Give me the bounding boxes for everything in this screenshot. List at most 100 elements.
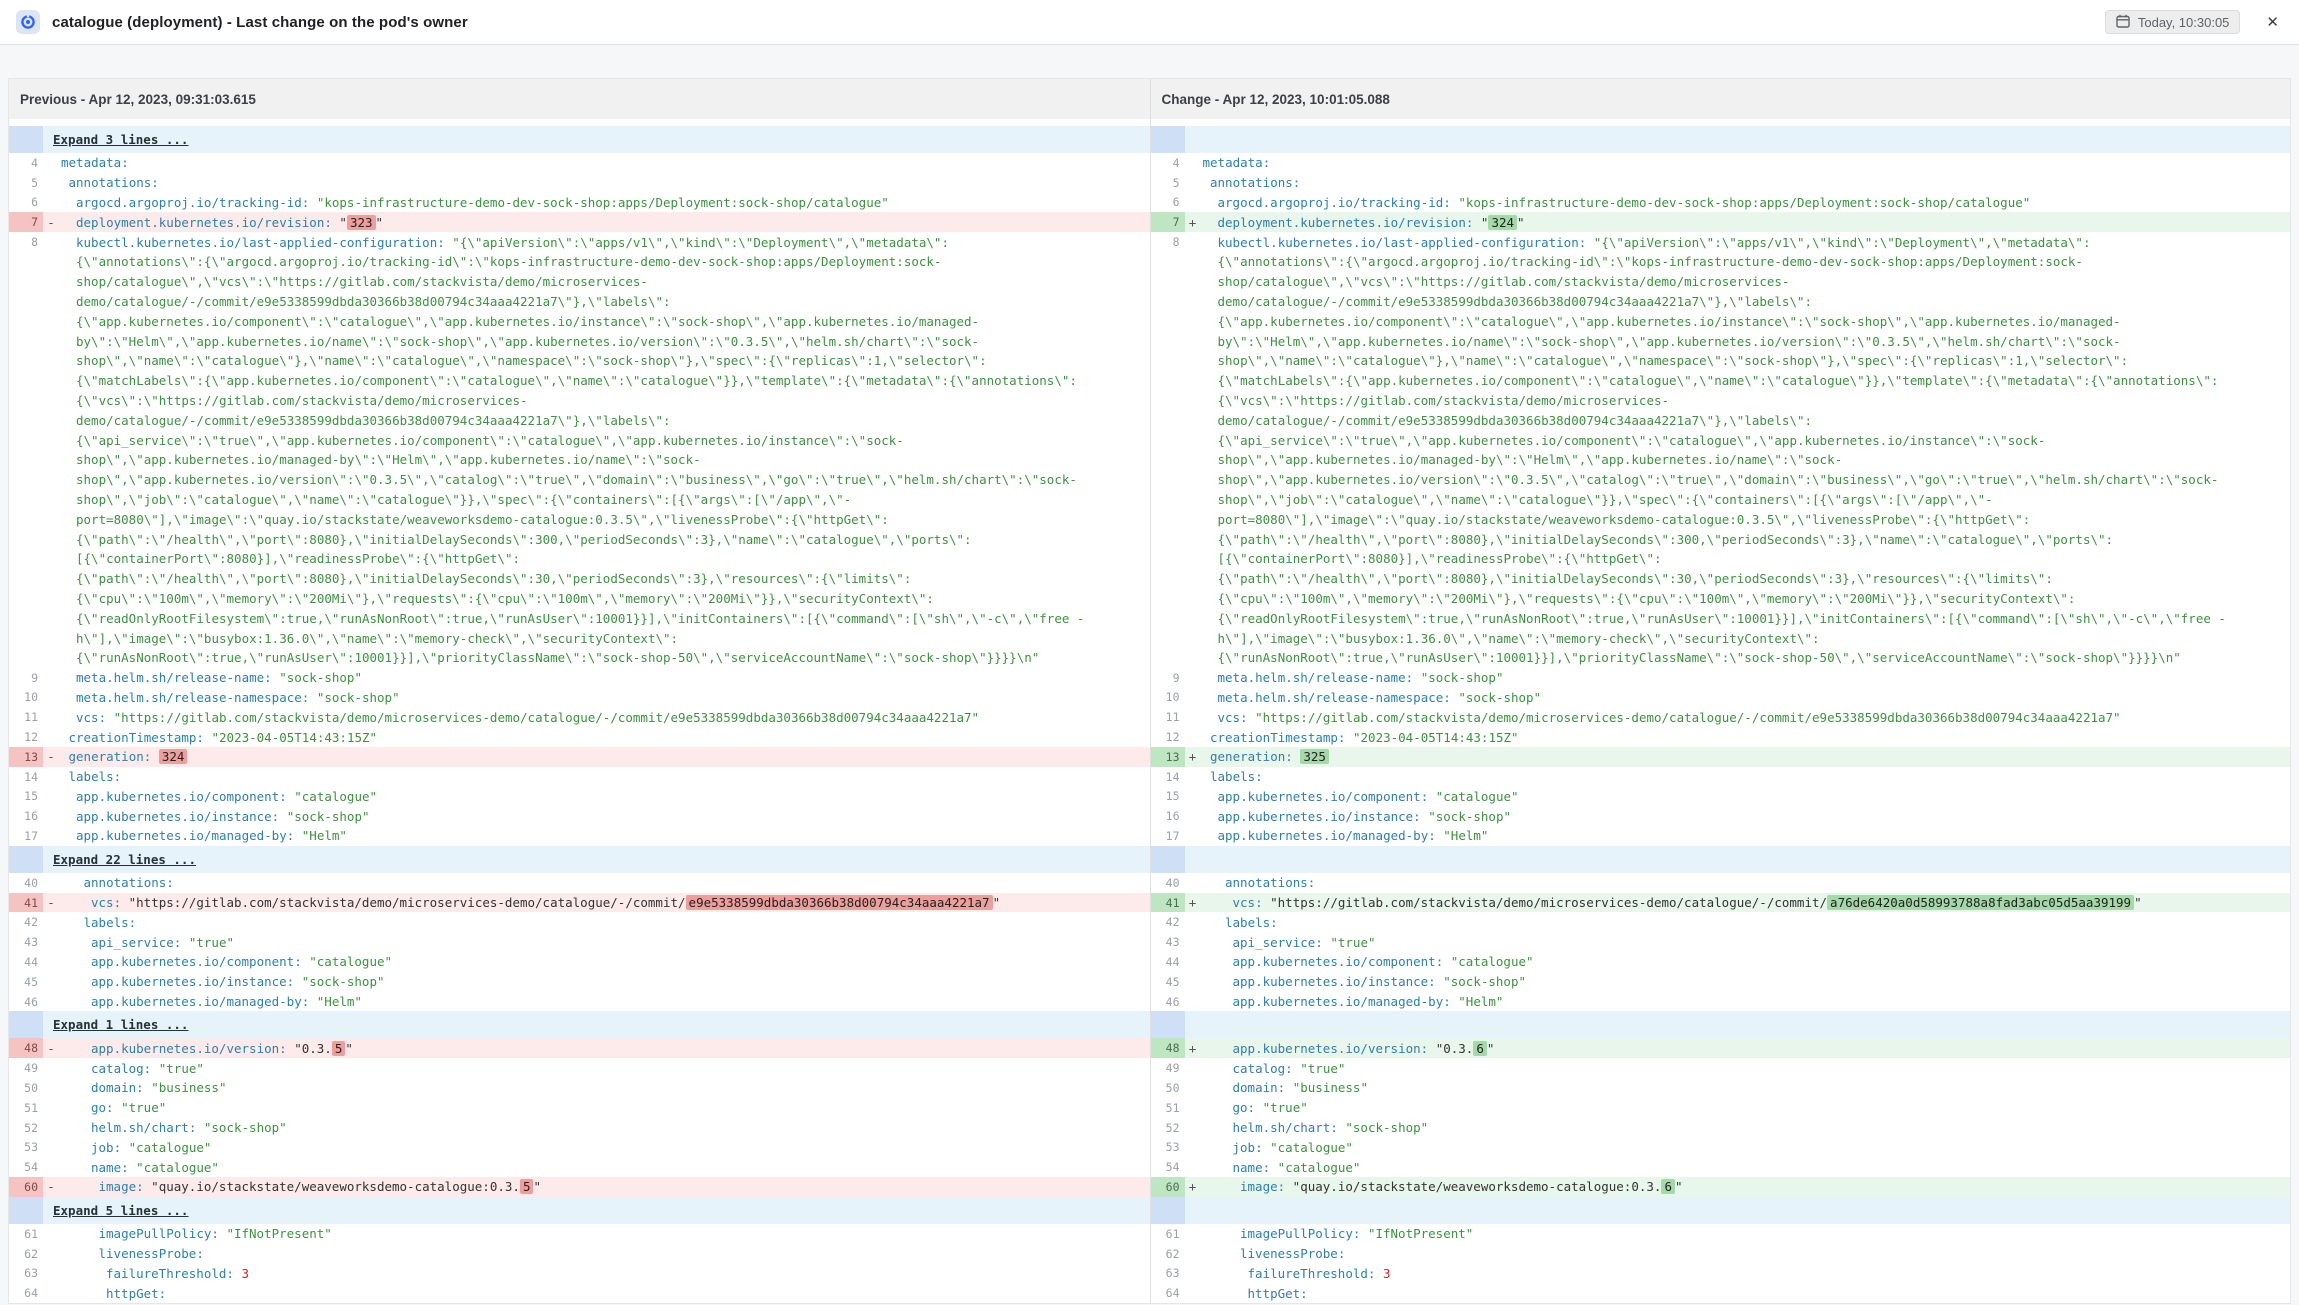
code-line: {\"vcs\":\"https://gitlab.com/stackvista… xyxy=(59,393,1150,408)
code-token: "0.3. xyxy=(1428,1041,1473,1056)
code-token: meta.helm.sh/release-namespace: xyxy=(76,690,309,705)
code-token: [{\"containerPort\":8080}],\"readinessPr… xyxy=(1218,551,1662,566)
code-token: {\"api_service\":\"true\",\"app.kubernet… xyxy=(76,433,904,448)
time-selector-button[interactable]: Today, 10:30:05 xyxy=(2105,10,2241,34)
line-number xyxy=(9,430,43,450)
code-line: {\"annotations\":{\"argocd.argoproj.io/t… xyxy=(1201,254,2291,269)
diff-row: 6argocd.argoproj.io/tracking-id: "kops-i… xyxy=(1151,193,2291,213)
code-token: api_service: xyxy=(91,935,181,950)
diff-row: by\":\"Helm\",\"app.kubernetes.io/name\"… xyxy=(1151,331,2291,351)
close-icon[interactable]: ✕ xyxy=(2262,11,2283,33)
expand-band: Expand 5 lines ... xyxy=(9,1197,1150,1224)
diff-row: 64httpGet: xyxy=(9,1283,1150,1303)
code-line: [{\"containerPort\":8080}],\"readinessPr… xyxy=(59,551,1150,566)
code-token: app.kubernetes.io/instance: xyxy=(1233,974,1436,989)
code-token: "sock-shop" xyxy=(1421,809,1511,824)
line-number: 50 xyxy=(1151,1078,1185,1098)
line-number xyxy=(1151,569,1185,589)
code-token: "https://gitlab.com/stackvista/demo/micr… xyxy=(106,710,979,725)
code-token: httpGet: xyxy=(106,1286,166,1301)
code-line: metadata: xyxy=(1201,155,2291,170)
title-wrap: catalogue (deployment) - Last change on … xyxy=(16,10,468,34)
line-number xyxy=(9,391,43,411)
code-line: {\"app.kubernetes.io/component\":\"catal… xyxy=(1201,314,2291,329)
line-number: 4 xyxy=(1151,153,1185,173)
code-line: vcs: "https://gitlab.com/stackvista/demo… xyxy=(1201,895,2291,910)
diff-row: 44app.kubernetes.io/component: "catalogu… xyxy=(9,952,1150,972)
code-line: shop\",\"name\":\"catalogue\"},\"name\":… xyxy=(1201,353,2291,368)
code-line: catalog: "true" xyxy=(59,1061,1150,1076)
line-number xyxy=(1151,648,1185,668)
code-token: " xyxy=(2134,895,2142,910)
line-number xyxy=(1151,391,1185,411)
diff-row: shop/catalogue\",\"vcs\":\"https://gitla… xyxy=(9,272,1150,292)
expand-link[interactable]: Expand 22 lines ... xyxy=(53,852,196,867)
expand-gutter xyxy=(9,1197,43,1224)
code-token: "Helm" xyxy=(294,828,347,843)
diff-row: 17app.kubernetes.io/managed-by: "Helm" xyxy=(1151,826,2291,846)
line-number xyxy=(9,648,43,668)
code-line: creationTimestamp: "2023-04-05T14:43:15Z… xyxy=(1201,730,2291,745)
code-token: creationTimestamp: xyxy=(1210,730,1345,745)
diff-row: shop\",\"job\":\"catalogue\",\"name\":\"… xyxy=(9,490,1150,510)
code-line: shop\",\"app.kubernetes.io/version\":\"0… xyxy=(59,472,1150,487)
code-token: job: xyxy=(91,1140,121,1155)
code-line: app.kubernetes.io/component: "catalogue" xyxy=(59,789,1150,804)
diff-row: {\"annotations\":{\"argocd.argoproj.io/t… xyxy=(9,252,1150,272)
line-number: 43 xyxy=(1151,932,1185,952)
expand-gutter xyxy=(1151,126,1185,153)
code-token: meta.helm.sh/release-name: xyxy=(1218,670,1414,685)
diff-row: port=8080\"],\"image\":\"quay.io/stackst… xyxy=(1151,509,2291,529)
expand-link[interactable]: Expand 3 lines ... xyxy=(53,132,188,147)
code-token: {\"cpu\":\"100m\",\"memory\":\"200Mi\"},… xyxy=(1218,591,2076,606)
code-token: {\"runAsNonRoot\":true,\"runAsUser\":100… xyxy=(76,650,1039,665)
code-token: shop\",\"job\":\"catalogue\",\"name\":\"… xyxy=(1218,492,1993,507)
expand-link[interactable]: Expand 1 lines ... xyxy=(53,1017,188,1032)
diff-row: 45app.kubernetes.io/instance: "sock-shop… xyxy=(1151,972,2291,992)
diff-row: {\"path\":\"/health\",\"port\":8080},\"i… xyxy=(1151,529,2291,549)
code-token: shop/catalogue\",\"vcs\":\"https://gitla… xyxy=(76,274,648,289)
code-token: {\"path\":\"/health\",\"port\":8080},\"i… xyxy=(1218,532,2114,547)
code-token: vcs: xyxy=(1218,710,1248,725)
diff-sign: + xyxy=(1185,1041,1201,1056)
code-line: {\"vcs\":\"https://gitlab.com/stackvista… xyxy=(1201,393,2291,408)
code-token: 3 xyxy=(1375,1266,1390,1281)
line-number: 42 xyxy=(1151,912,1185,932)
diff-row: {\"vcs\":\"https://gitlab.com/stackvista… xyxy=(1151,391,2291,411)
code-token: "catalogue" xyxy=(287,789,377,804)
code-token: failureThreshold: xyxy=(1248,1266,1376,1281)
code-token: generation: xyxy=(69,749,152,764)
line-number: 61 xyxy=(9,1224,43,1244)
diff-row: 51go: "true" xyxy=(9,1098,1150,1118)
line-number: 14 xyxy=(1151,767,1185,787)
diff-row: {\"path\":\"/health\",\"port\":8080},\"i… xyxy=(9,569,1150,589)
code-token: "sock-shop" xyxy=(1436,974,1526,989)
diff-row: demo/catalogue/-/commit/e9e5338599dbda30… xyxy=(9,410,1150,430)
code-token: api_service: xyxy=(1233,935,1323,950)
diff-row: 17app.kubernetes.io/managed-by: "Helm" xyxy=(9,826,1150,846)
diff-row: 15 app.kubernetes.io/component: "catalogu… xyxy=(9,787,1150,807)
diff-row: 8kubectl.kubernetes.io/last-applied-conf… xyxy=(1151,232,2291,252)
code-token: "IfNotPresent" xyxy=(219,1226,332,1241)
code-token: "sock-shop" xyxy=(1451,690,1541,705)
diff-row: {\"api_service\":\"true\",\"app.kubernet… xyxy=(9,430,1150,450)
expand-link[interactable]: Expand 5 lines ... xyxy=(53,1203,188,1218)
code-line: labels: xyxy=(59,769,1150,784)
code-token: demo/catalogue/-/commit/e9e5338599dbda30… xyxy=(76,294,671,309)
diff-row: demo/catalogue/-/commit/e9e5338599dbda30… xyxy=(1151,292,2291,312)
line-number: 15 xyxy=(9,787,43,807)
code-line: shop\",\"app.kubernetes.io/managed-by\":… xyxy=(1201,452,2291,467)
code-token: meta.helm.sh/release-namespace: xyxy=(1218,690,1451,705)
line-number xyxy=(1151,371,1185,391)
code-line: {\"readOnlyRootFilesystem\":true,\"runAs… xyxy=(59,611,1150,626)
line-number: 54 xyxy=(9,1157,43,1177)
expand-gutter xyxy=(9,126,43,153)
line-number: 43 xyxy=(9,932,43,952)
diff-row: 62livenessProbe: xyxy=(1151,1244,2291,1264)
diff-row: 54name: "catalogue" xyxy=(9,1157,1150,1177)
diff-row: 42labels: xyxy=(1151,912,2291,932)
code-token: {\"annotations\":{\"argocd.argoproj.io/t… xyxy=(1218,254,2083,269)
code-token: {\"app.kubernetes.io/component\":\"catal… xyxy=(1218,314,2121,329)
line-number: 16 xyxy=(1151,806,1185,826)
code-token: "quay.io/stackstate/weaveworksdemo-catal… xyxy=(1285,1179,1661,1194)
